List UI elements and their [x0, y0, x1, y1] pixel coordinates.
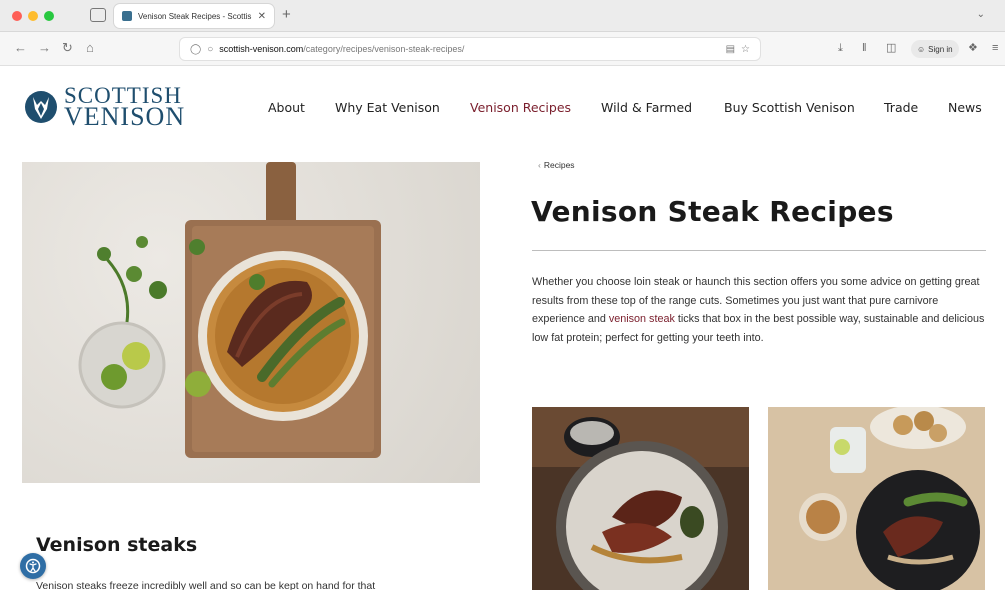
nav-about[interactable]: About — [268, 100, 305, 115]
tab-list-chevron-icon[interactable]: ⌄ — [977, 9, 985, 20]
nav-venison-recipes[interactable]: Venison Recipes — [470, 100, 571, 115]
menu-icon[interactable]: ≡ — [992, 42, 998, 54]
browser-tab-active[interactable]: Venison Steak Recipes - Scottis ✕ — [114, 4, 274, 28]
recipe-card-image-1[interactable] — [532, 407, 749, 590]
recipe-image-steak-dark-plate — [532, 407, 749, 590]
back-arrow-icon[interactable]: ← — [14, 41, 27, 55]
library-icon[interactable]: ‖ — [862, 42, 867, 54]
hero-image-venison-steak-plate — [22, 162, 480, 483]
shield-icon: ◯ — [190, 43, 202, 55]
url-domain: scottish-venison.com — [219, 44, 304, 54]
address-bar[interactable]: ◯ ○ scottish-venison.com/category/recipe… — [180, 38, 760, 60]
hero-illustration — [78, 162, 381, 458]
reload-icon[interactable]: ↻ — [62, 41, 73, 55]
url-path: /category/recipes/venison-steak-recipes/ — [303, 44, 465, 54]
stag-head-logo-icon — [25, 91, 57, 123]
tab-title: Venison Steak Recipes - Scottis — [138, 11, 252, 21]
tab-overview-icon[interactable] — [90, 8, 106, 22]
breadcrumb-recipes-link[interactable]: Recipes — [544, 160, 575, 170]
nav-news[interactable]: News — [948, 100, 982, 115]
browser-tab-bar: Venison Steak Recipes - Scottis ✕ + ⌄ — [0, 0, 1005, 32]
sidebar-icon[interactable]: ◫ — [886, 42, 896, 54]
nav-buy-scottish-venison[interactable]: Buy Scottish Venison — [724, 100, 855, 115]
section-heading: Venison steaks — [36, 534, 198, 556]
accessibility-widget-button[interactable] — [20, 553, 46, 579]
recipe-card-image-2[interactable] — [768, 407, 985, 590]
logo-wordmark: SCOTTISH VENISON — [64, 84, 186, 131]
browser-toolbar: ← → ↻ ⌂ ◯ ○ scottish-venison.com/categor… — [0, 32, 1005, 66]
sign-in-label: Sign in — [928, 44, 953, 54]
minimize-window-button[interactable] — [28, 11, 38, 21]
extensions-icon[interactable]: ❖ — [968, 42, 978, 54]
logo-line-2: VENISON — [64, 102, 186, 131]
lock-icon: ○ — [207, 43, 214, 55]
nav-wild-and-farmed[interactable]: Wild & Farmed — [601, 100, 692, 115]
close-tab-icon[interactable]: ✕ — [258, 11, 266, 22]
reader-view-icon[interactable]: ▤ — [726, 44, 735, 55]
section-text: Venison steaks freeze incredibly well an… — [36, 580, 376, 590]
accessibility-icon — [25, 558, 41, 574]
bookmark-star-icon[interactable]: ☆ — [741, 44, 750, 55]
new-tab-button[interactable]: + — [282, 7, 291, 23]
title-divider — [532, 250, 986, 251]
maximize-window-button[interactable] — [44, 11, 54, 21]
downloads-icon[interactable]: ⤓ — [838, 42, 843, 54]
sign-in-button[interactable]: ☺ Sign in — [911, 40, 959, 58]
url-text: scottish-venison.com/category/recipes/ve… — [219, 44, 719, 54]
nav-trade[interactable]: Trade — [884, 100, 918, 115]
recipe-image-steak-black-plate — [768, 407, 985, 590]
venison-steak-link[interactable]: venison steak — [609, 313, 675, 325]
intro-paragraph: Whether you choose loin steak or haunch … — [532, 273, 987, 347]
home-icon[interactable]: ⌂ — [86, 41, 94, 55]
forward-arrow-icon[interactable]: → — [38, 41, 51, 55]
close-window-button[interactable] — [12, 11, 22, 21]
nav-why-eat-venison[interactable]: Why Eat Venison — [335, 100, 440, 115]
breadcrumb[interactable]: ‹ Recipes — [538, 160, 575, 170]
site-logo[interactable]: SCOTTISH VENISON — [24, 84, 194, 131]
account-icon: ☺ — [917, 44, 926, 54]
site-favicon-icon — [122, 11, 132, 21]
page-title: Venison Steak Recipes — [531, 195, 894, 228]
chevron-left-icon: ‹ — [538, 160, 541, 170]
